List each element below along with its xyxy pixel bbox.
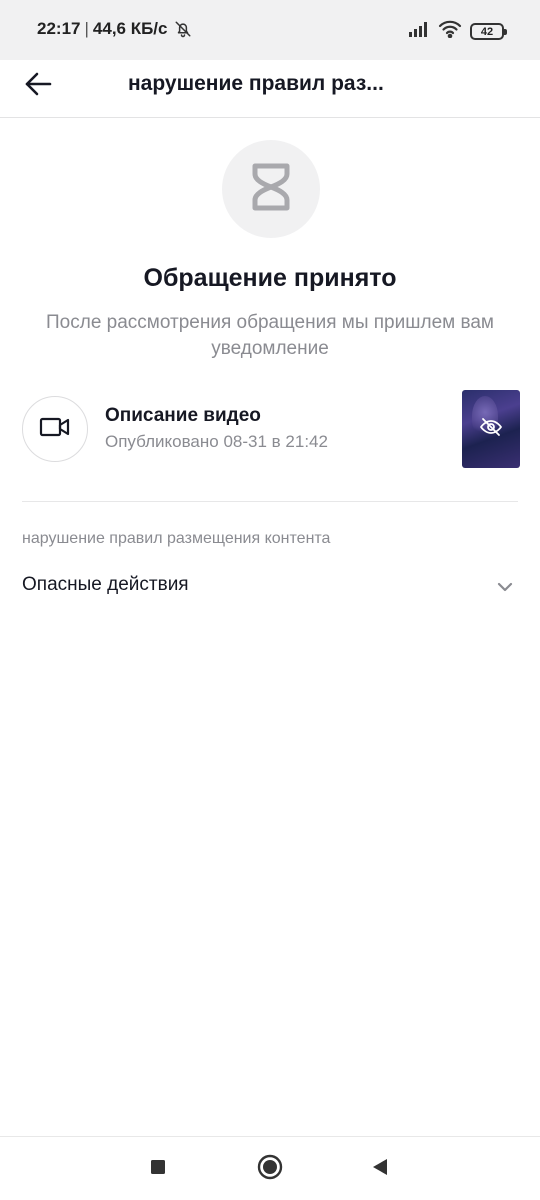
battery-level: 42	[480, 25, 494, 38]
video-info-row[interactable]: Описание видео Опубликовано 08-31 в 21:4…	[22, 390, 520, 470]
arrow-left-icon	[23, 69, 53, 104]
video-icon-circle	[22, 396, 88, 462]
violation-reason: Опасные действия	[22, 574, 189, 595]
video-title: Описание видео	[105, 405, 261, 426]
video-published-date: Опубликовано 08-31 в 21:42	[105, 432, 328, 451]
status-bar: 22:17 | 44,6 КБ/с 42	[0, 0, 540, 60]
home-circle-icon	[257, 1154, 283, 1185]
square-icon	[150, 1159, 166, 1180]
back-nav-button[interactable]	[364, 1153, 396, 1185]
signal-icon	[408, 21, 430, 42]
violation-section-label: нарушение правил размещения контента	[22, 530, 331, 547]
divider	[22, 501, 518, 502]
wifi-icon	[438, 20, 462, 43]
status-title: Обращение принято	[143, 264, 397, 292]
status-description: После рассмотрения обращения мы пришлем …	[46, 312, 494, 359]
video-thumbnail[interactable]	[462, 390, 520, 468]
page-title: нарушение правил раз...	[128, 72, 384, 95]
eye-off-icon	[479, 417, 503, 442]
status-bar-right: 42	[408, 20, 507, 43]
back-button[interactable]	[18, 66, 58, 106]
violation-reason-dropdown[interactable]: Опасные действия	[22, 566, 520, 606]
chevron-down-icon	[494, 576, 516, 598]
home-button[interactable]	[254, 1153, 286, 1185]
clock: 22:17	[37, 19, 81, 38]
status-separator: |	[84, 19, 89, 38]
video-camera-icon	[39, 416, 71, 443]
status-icon-circle	[222, 140, 320, 238]
app-bar: нарушение правил раз...	[0, 60, 540, 118]
recents-button[interactable]	[142, 1153, 174, 1185]
status-bar-left: 22:17 | 44,6 КБ/с	[37, 19, 192, 39]
bell-off-icon	[174, 20, 192, 38]
net-speed: 44,6 КБ/с	[92, 19, 168, 38]
battery-icon: 42	[470, 23, 507, 40]
system-nav-bar	[0, 1136, 540, 1200]
hourglass-icon	[251, 162, 291, 217]
triangle-back-icon	[371, 1157, 389, 1182]
